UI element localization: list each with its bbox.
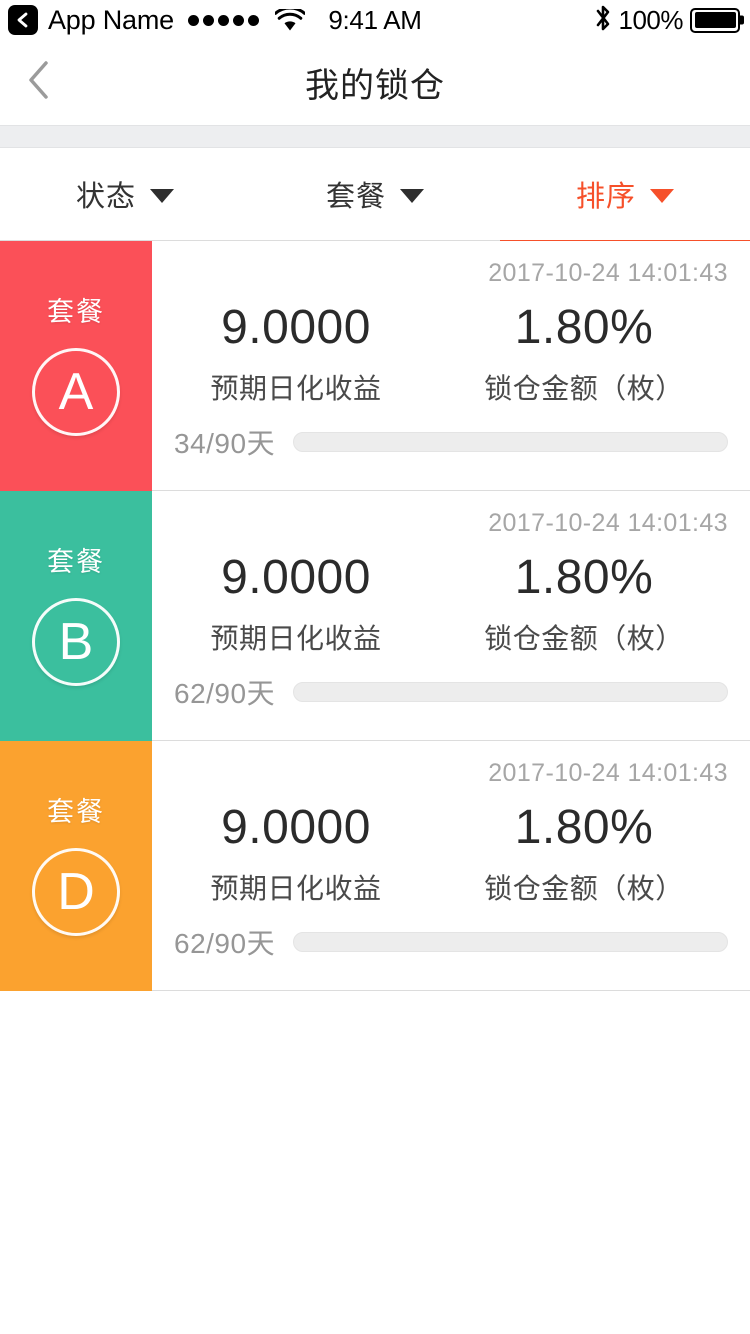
navigation-bar: 我的锁仓 — [0, 40, 750, 125]
stat-yield-label: 预期日化收益 — [210, 622, 382, 654]
stat-yield-value: 9.0000 — [221, 801, 371, 854]
stat-yield: 9.0000 预期日化收益 — [152, 551, 440, 657]
tab-sort-label: 排序 — [575, 181, 636, 213]
stat-yield-label: 预期日化收益 — [210, 872, 382, 904]
chevron-down-icon — [650, 188, 674, 203]
status-bar-app-name: App Name — [48, 4, 174, 35]
plan-badge: 套餐 B — [0, 491, 152, 741]
stat-amount-label: 锁仓金额（枚） — [484, 872, 684, 904]
stat-amount-value: 1.80% — [514, 551, 654, 604]
chevron-left-icon — [26, 58, 52, 107]
tab-plan-label: 套餐 — [325, 181, 386, 213]
progress-days-label: 34/90天 — [174, 428, 276, 459]
nav-back-button[interactable] — [26, 40, 86, 125]
plan-badge-letter: A — [32, 348, 120, 436]
tab-status-label: 状态 — [75, 181, 136, 213]
card-body: 2017-10-24 14:01:43 9.0000 预期日化收益 1.80% … — [152, 241, 750, 491]
plan-badge-word: 套餐 — [47, 297, 105, 327]
card-stats: 9.0000 预期日化收益 1.80% 锁仓金额（枚） — [152, 301, 728, 407]
app-screen: App Name 9:41 AM 100% 我的锁仓 状态 套餐 排序 套餐 A… — [0, 0, 750, 1334]
tab-plan[interactable]: 套餐 — [250, 148, 500, 241]
page-title: 我的锁仓 — [305, 67, 445, 105]
stat-amount: 1.80% 锁仓金额（枚） — [440, 801, 728, 907]
back-chevron-icon[interactable] — [8, 5, 38, 35]
stat-yield-value: 9.0000 — [221, 551, 371, 604]
chevron-down-icon — [150, 188, 174, 203]
battery-percent-label: 100% — [618, 5, 684, 35]
stat-amount: 1.80% 锁仓金额（枚） — [440, 551, 728, 657]
plan-badge: 套餐 D — [0, 741, 152, 991]
stat-amount: 1.80% 锁仓金额（枚） — [440, 301, 728, 407]
plan-badge-word: 套餐 — [47, 547, 105, 577]
stat-amount-value: 1.80% — [514, 301, 654, 354]
list-item[interactable]: 套餐 D 2017-10-24 14:01:43 9.0000 预期日化收益 1… — [0, 741, 750, 991]
lock-position-list: 套餐 A 2017-10-24 14:01:43 9.0000 预期日化收益 1… — [0, 241, 750, 991]
plan-badge-letter: D — [32, 848, 120, 936]
filter-tab-bar: 状态 套餐 排序 — [0, 148, 750, 242]
stat-yield: 9.0000 预期日化收益 — [152, 801, 440, 907]
signal-dots-icon — [187, 14, 259, 26]
chevron-down-icon — [400, 188, 424, 203]
card-progress: 62/90天 — [152, 922, 728, 962]
stat-yield-value: 9.0000 — [221, 301, 371, 354]
status-bar: App Name 9:41 AM 100% — [0, 0, 750, 40]
bluetooth-icon — [594, 4, 612, 37]
progress-days-label: 62/90天 — [174, 678, 276, 709]
navbar-divider — [0, 125, 750, 148]
plan-badge-word: 套餐 — [47, 797, 105, 827]
progress-bar — [293, 432, 728, 452]
list-item[interactable]: 套餐 A 2017-10-24 14:01:43 9.0000 预期日化收益 1… — [0, 241, 750, 491]
card-body: 2017-10-24 14:01:43 9.0000 预期日化收益 1.80% … — [152, 491, 750, 741]
stat-amount-label: 锁仓金额（枚） — [484, 622, 684, 654]
card-timestamp: 2017-10-24 14:01:43 — [488, 759, 728, 787]
progress-bar — [293, 932, 728, 952]
status-bar-left: App Name — [8, 5, 305, 35]
stat-amount-value: 1.80% — [514, 801, 654, 854]
battery-full-icon — [690, 7, 740, 33]
plan-badge: 套餐 A — [0, 241, 152, 491]
tab-status[interactable]: 状态 — [0, 148, 250, 241]
card-stats: 9.0000 预期日化收益 1.80% 锁仓金额（枚） — [152, 551, 728, 657]
card-timestamp: 2017-10-24 14:01:43 — [488, 259, 728, 287]
wifi-icon — [274, 8, 305, 32]
stat-amount-label: 锁仓金额（枚） — [484, 372, 684, 404]
progress-bar — [293, 682, 728, 702]
stat-yield-label: 预期日化收益 — [210, 372, 382, 404]
card-progress: 62/90天 — [152, 672, 728, 712]
card-stats: 9.0000 预期日化收益 1.80% 锁仓金额（枚） — [152, 801, 728, 907]
stat-yield: 9.0000 预期日化收益 — [152, 301, 440, 407]
plan-badge-letter: B — [32, 598, 120, 686]
list-item[interactable]: 套餐 B 2017-10-24 14:01:43 9.0000 预期日化收益 1… — [0, 491, 750, 741]
card-timestamp: 2017-10-24 14:01:43 — [488, 509, 728, 537]
card-progress: 34/90天 — [152, 422, 728, 462]
tab-sort[interactable]: 排序 — [500, 148, 750, 242]
status-bar-right: 100% — [594, 4, 740, 37]
progress-days-label: 62/90天 — [174, 928, 276, 959]
card-body: 2017-10-24 14:01:43 9.0000 预期日化收益 1.80% … — [152, 741, 750, 991]
